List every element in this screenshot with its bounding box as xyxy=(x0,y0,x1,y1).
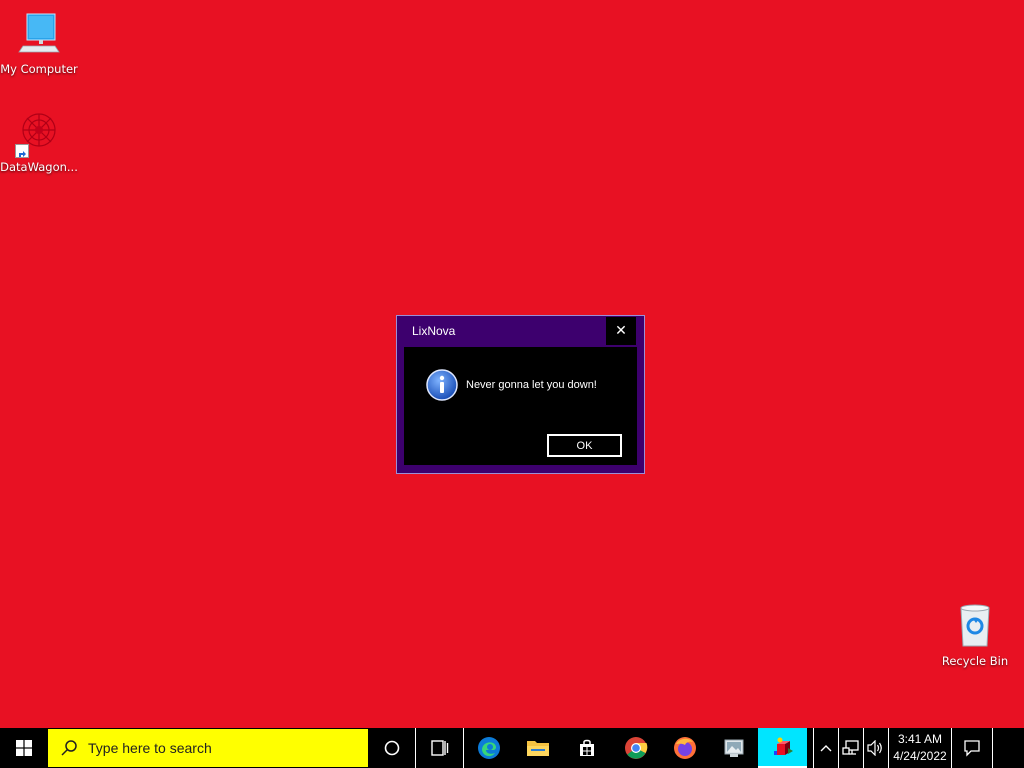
search-icon xyxy=(61,740,77,756)
taskbar-app-active[interactable] xyxy=(758,728,807,768)
ok-button[interactable]: OK xyxy=(547,434,622,457)
network-button[interactable] xyxy=(839,728,863,768)
desktop-icon-label: DataWagon... xyxy=(0,160,78,174)
taskbar-app-photos[interactable] xyxy=(709,728,758,768)
firefox-icon xyxy=(673,737,696,759)
close-button[interactable]: ✕ xyxy=(606,317,636,345)
desktop-icon-my-computer[interactable]: My Computer xyxy=(0,10,79,76)
info-icon xyxy=(426,369,458,401)
photos-icon xyxy=(724,739,743,757)
edge-icon xyxy=(477,737,500,759)
cortana-icon xyxy=(384,740,399,756)
dialog-body: Never gonna let you down! OK xyxy=(404,347,637,465)
computer-icon xyxy=(15,10,63,58)
show-desktop-button[interactable] xyxy=(993,728,999,768)
show-hidden-icons-button[interactable] xyxy=(814,728,838,768)
taskbar-app-chrome[interactable] xyxy=(611,728,660,768)
speaker-icon xyxy=(867,740,882,756)
task-view-icon xyxy=(430,740,448,756)
message-dialog: LixNova ✕ Never gonna let you down! OK xyxy=(396,315,645,474)
desktop-icon-recycle-bin[interactable]: Recycle Bin xyxy=(935,602,1015,668)
start-button[interactable] xyxy=(0,728,48,768)
taskbar-app-edge[interactable] xyxy=(464,728,513,768)
dialog-title: LixNova xyxy=(412,324,456,338)
datawagon-icon xyxy=(15,108,63,158)
cube-app-icon xyxy=(773,737,793,755)
recycle-bin-icon xyxy=(951,602,999,650)
windows-icon xyxy=(16,740,32,756)
taskbar-app-firefox[interactable] xyxy=(660,728,709,768)
store-icon xyxy=(579,739,594,756)
volume-button[interactable] xyxy=(864,728,888,768)
close-icon: ✕ xyxy=(615,323,627,339)
taskbar-app-file-explorer[interactable] xyxy=(513,728,562,768)
folder-icon xyxy=(526,741,549,756)
dialog-titlebar[interactable]: LixNova ✕ xyxy=(397,316,644,346)
dialog-message: Never gonna let you down! xyxy=(466,379,597,391)
chevron-up-icon xyxy=(820,745,832,752)
desktop-icon-label: My Computer xyxy=(0,62,78,76)
search-input[interactable]: Type here to search xyxy=(48,729,368,767)
chrome-icon xyxy=(624,737,647,759)
task-view-button[interactable] xyxy=(416,728,463,768)
clock-date: 4/24/2022 xyxy=(893,749,947,763)
desktop-icon-label: Recycle Bin xyxy=(941,654,1009,668)
notification-icon xyxy=(964,740,980,757)
taskbar-app-store[interactable] xyxy=(562,728,611,768)
shortcut-arrow-icon xyxy=(15,144,29,158)
network-icon xyxy=(842,740,859,755)
clock[interactable]: 3:41 AM 4/24/2022 xyxy=(889,728,951,768)
cortana-button[interactable] xyxy=(368,728,415,768)
clock-time: 3:41 AM xyxy=(897,732,943,746)
search-placeholder: Type here to search xyxy=(88,740,212,756)
desktop-icon-datawagon[interactable]: DataWagon... xyxy=(0,108,79,174)
action-center-button[interactable] xyxy=(952,728,992,768)
taskbar: Type here to search 3:41 AM 4/24/2022 xyxy=(0,728,1024,768)
